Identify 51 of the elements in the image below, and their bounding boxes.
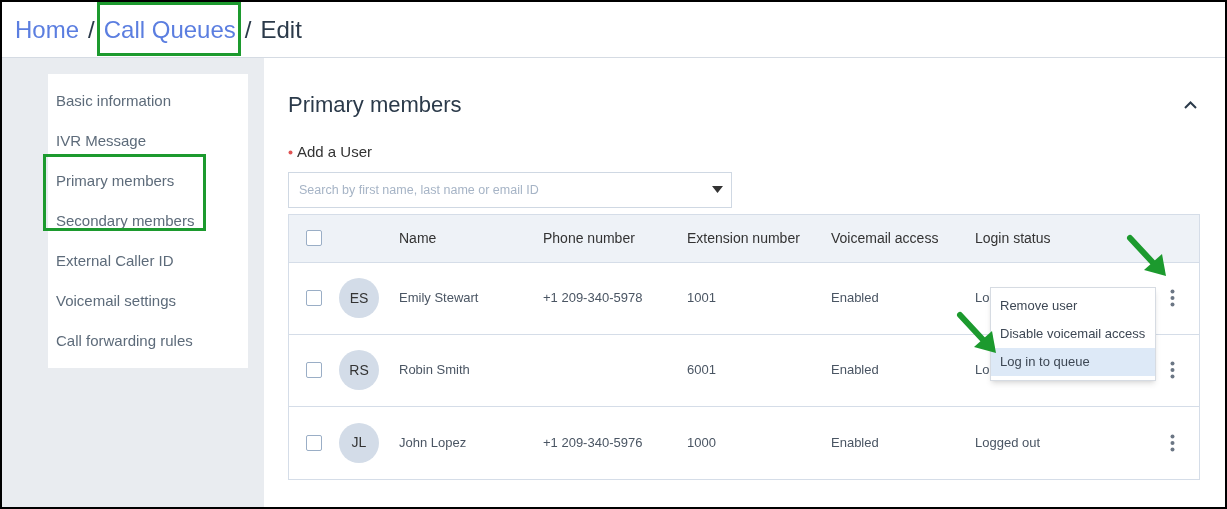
column-header: Name	[399, 229, 437, 246]
table-cell: Lo	[975, 290, 990, 306]
sidebar-item[interactable]: IVR Message	[48, 121, 248, 161]
sidebar-item[interactable]: External Caller ID	[48, 241, 248, 281]
table-cell: +1 209-340-5978	[543, 290, 643, 306]
breadcrumb-separator: /	[244, 14, 252, 45]
table-cell: 1001	[687, 290, 716, 306]
field-label: Add a User	[297, 142, 373, 162]
more-options-icon[interactable]	[1170, 433, 1175, 452]
collapse-icon[interactable]	[1184, 100, 1197, 109]
arrow-icon	[956, 311, 998, 355]
checkbox[interactable]	[306, 362, 322, 378]
table-cell: +1 209-340-5976	[543, 434, 643, 450]
column-header: Extension number	[687, 229, 800, 246]
menu-item[interactable]: Log in to queue	[991, 348, 1155, 376]
column-header: Voicemail access	[831, 229, 939, 246]
table-cell: Robin Smith	[399, 362, 470, 378]
avatar: JL	[339, 422, 379, 463]
table-cell: Enabled	[831, 362, 879, 378]
more-options-icon[interactable]	[1170, 361, 1175, 379]
avatar: ES	[339, 278, 379, 318]
menu-item[interactable]: Disable voicemail access	[991, 320, 1155, 348]
table-cell: Emily Stewart	[399, 290, 479, 306]
breadcrumb-link[interactable]: Call Queues	[103, 15, 236, 43]
table-cell: Logged out	[975, 434, 1041, 450]
breadcrumb-separator: /	[88, 14, 95, 45]
sidebar-item[interactable]: Call forwarding rules	[48, 321, 248, 361]
sidebar-item[interactable]: Voicemail settings	[48, 281, 248, 321]
table-cell: Enabled	[831, 290, 879, 306]
checkbox[interactable]	[306, 230, 322, 246]
table-cell: Lo	[975, 362, 990, 378]
caret-icon	[712, 185, 723, 193]
column-header: Login status	[975, 229, 1051, 246]
table-cell: 1000	[687, 434, 716, 450]
table-cell: Enabled	[831, 434, 879, 450]
sidebar-item[interactable]: Primary members	[48, 161, 248, 201]
breadcrumb-link[interactable]: Home	[15, 15, 80, 43]
table-cell: John Lopez	[399, 434, 467, 450]
menu-item[interactable]: Remove user	[991, 292, 1155, 320]
checkbox[interactable]	[306, 434, 322, 451]
table-cell: 6001	[687, 362, 716, 378]
breadcrumb-current: Edit	[260, 15, 302, 43]
user-search-dropdown[interactable]: Search by first name, last name or email ID	[288, 171, 732, 208]
more-options-icon[interactable]	[1170, 289, 1175, 307]
sidebar-item[interactable]: Secondary members	[48, 201, 248, 241]
avatar: RS	[339, 350, 379, 390]
arrow-icon	[1126, 234, 1168, 278]
section-title: Primary members	[288, 91, 462, 119]
checkbox[interactable]	[306, 290, 322, 306]
sidebar-item[interactable]: Basic information	[48, 81, 248, 121]
column-header: Phone number	[543, 229, 635, 246]
